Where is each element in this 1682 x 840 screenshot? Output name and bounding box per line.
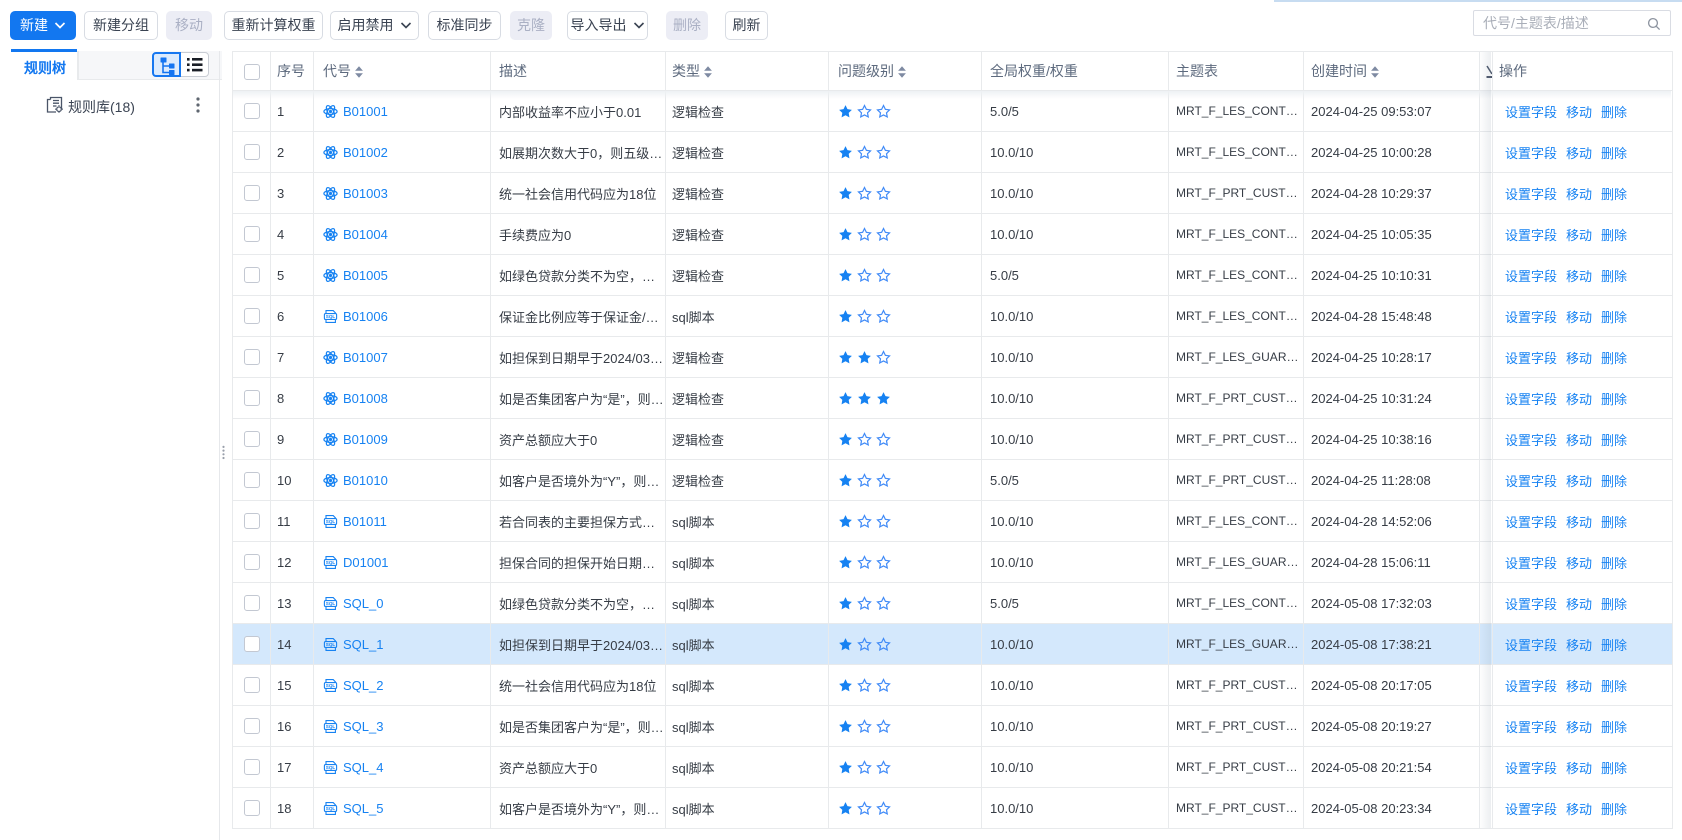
svg-text:SQL: SQL: [326, 724, 336, 729]
svg-text:SQL: SQL: [326, 683, 336, 688]
svg-text:SQL: SQL: [326, 765, 336, 770]
svg-text:SQL: SQL: [326, 314, 336, 319]
svg-text:SQL: SQL: [326, 560, 336, 565]
svg-text:SQL: SQL: [326, 601, 336, 606]
svg-text:SQL: SQL: [326, 519, 336, 524]
svg-text:SQL: SQL: [326, 806, 336, 811]
svg-text:SQL: SQL: [326, 642, 336, 647]
